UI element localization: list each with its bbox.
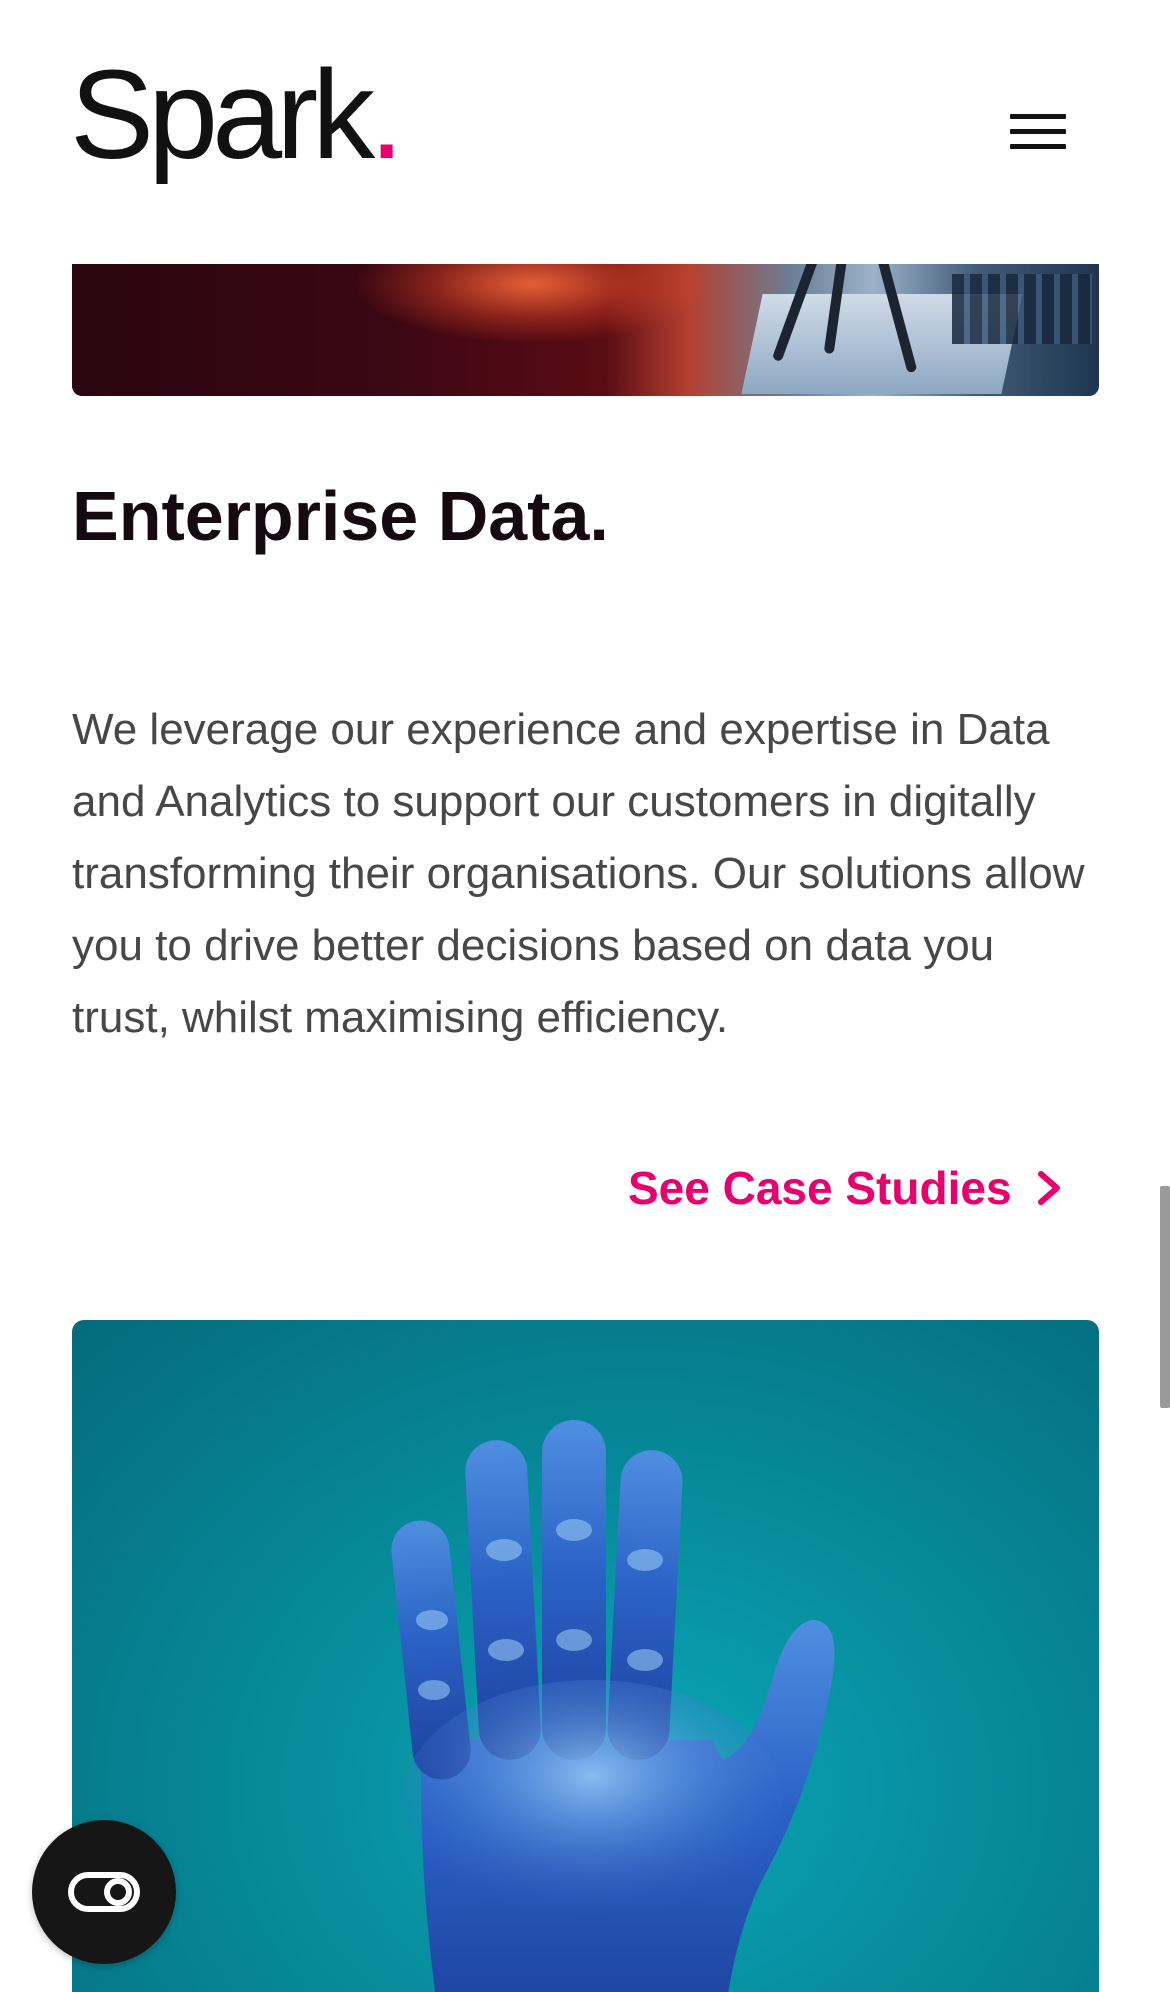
scrollbar[interactable] <box>1160 1186 1170 1408</box>
chevron-right-icon <box>1037 1171 1060 1205</box>
spark-logo[interactable]: Spark. <box>70 52 404 178</box>
robotic-hand-image <box>72 1320 1099 1992</box>
see-case-studies-label: See Case Studies <box>628 1162 1012 1214</box>
page: Spark. Enterprise Data. We leverage our … <box>0 0 1170 1992</box>
hamburger-menu-icon[interactable] <box>1010 110 1066 154</box>
see-case-studies-link[interactable]: See Case Studies <box>628 1158 1064 1218</box>
logo-text: Spark <box>70 44 375 185</box>
accessibility-toggle-button[interactable] <box>32 1820 176 1964</box>
accessibility-toggle-icon <box>68 1872 140 1912</box>
logo-dot: . <box>369 44 404 185</box>
site-header: Spark. <box>0 0 1170 264</box>
abstract-tech-hardware-image <box>72 264 1099 396</box>
section-title: Enterprise Data. <box>72 477 609 555</box>
section-description: We leverage our experience and expertise… <box>72 705 1085 1042</box>
